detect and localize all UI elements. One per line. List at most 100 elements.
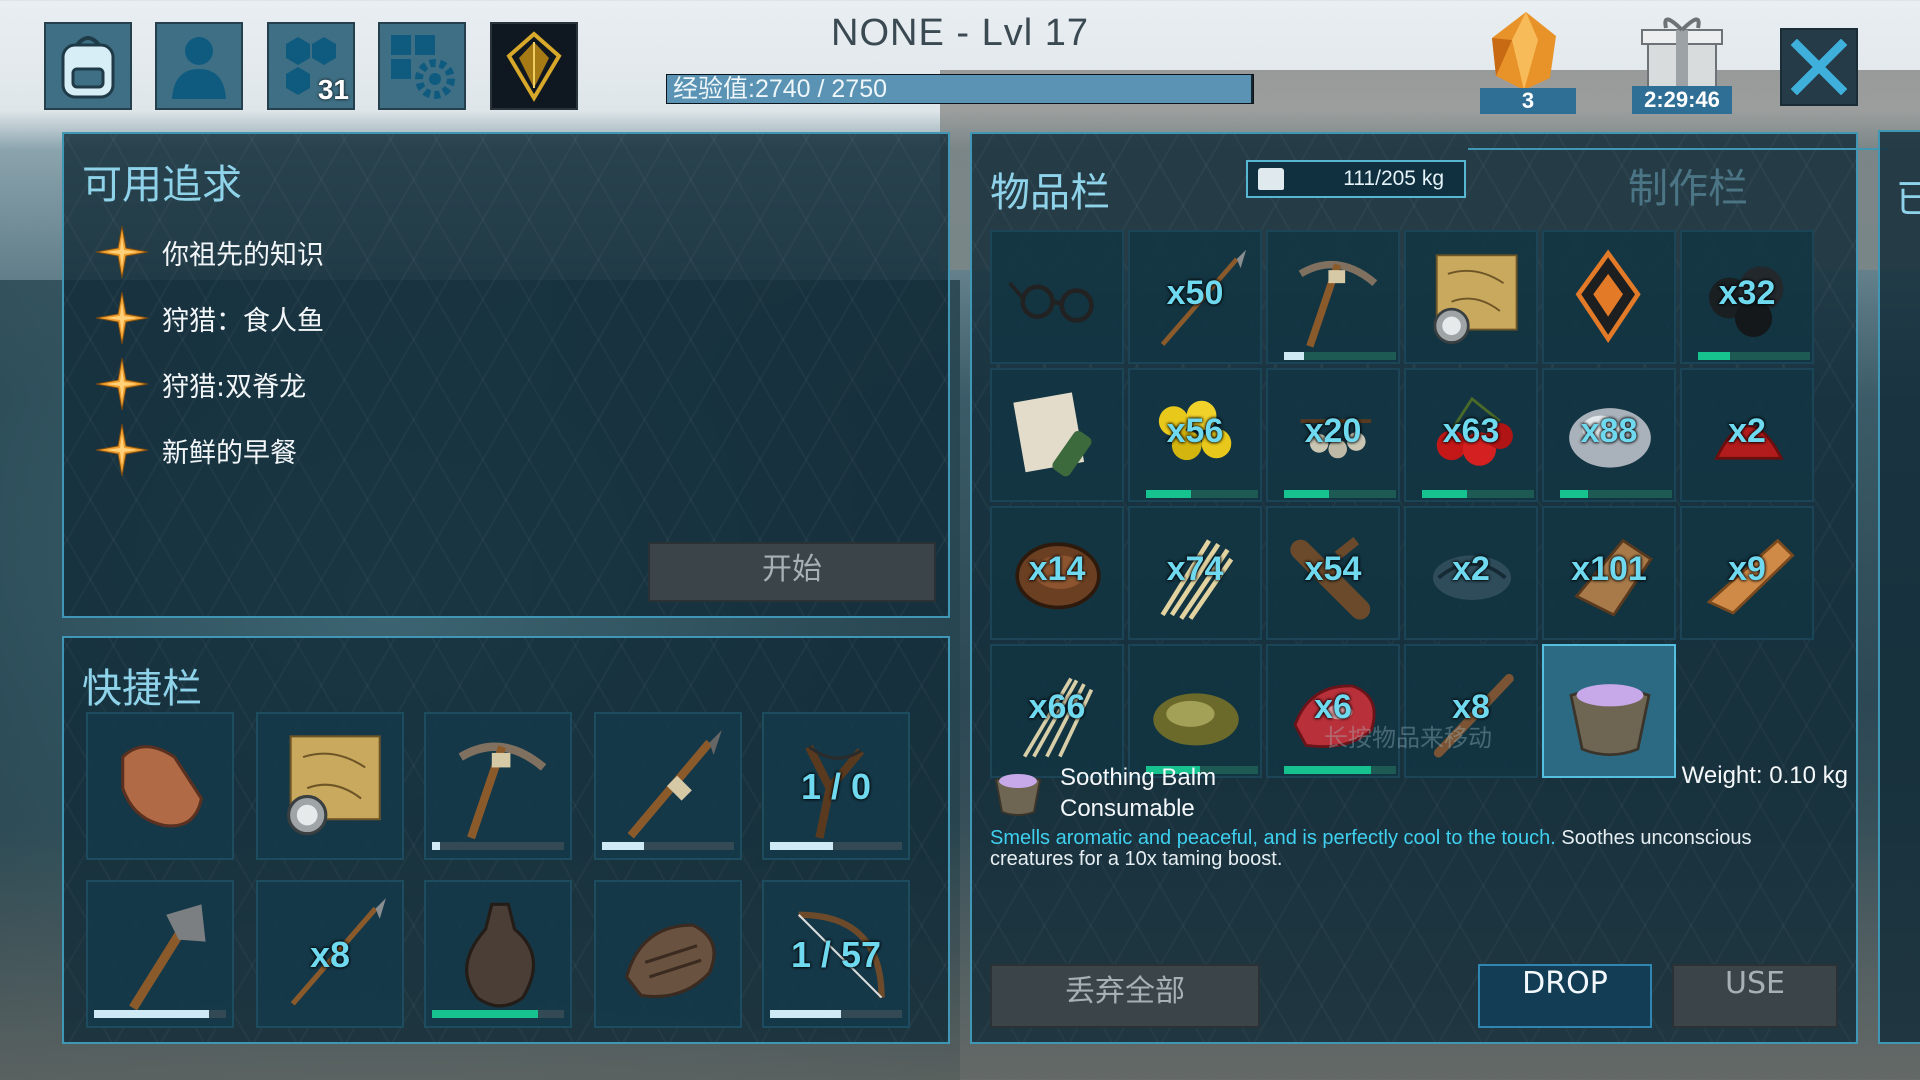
inventory-slot[interactable]: x9 [1680,506,1814,640]
inventory-slot-selected[interactable] [1542,644,1676,778]
durability-bar [432,842,564,850]
implant-icon [1575,249,1641,344]
next-panel-label: 已 [1896,177,1920,221]
inventory-title: 物品栏 [990,170,1110,216]
durability-fill [1146,490,1191,498]
element-count: 3 [1480,88,1576,114]
durability-bar [1284,352,1396,360]
pursuit-item[interactable]: 新鲜的早餐 [96,424,297,476]
person-icon [172,37,226,99]
pursuit-label: 新鲜的早餐 [162,437,297,469]
slot-quantity: x32 [1718,274,1776,312]
inventory-slot[interactable]: x6 [1266,644,1400,778]
durability-bar [432,1010,564,1018]
cooked-meat-icon [624,923,716,999]
slot-quantity: x66 [1028,688,1086,726]
drop-button[interactable]: DROP [1478,964,1652,1028]
inventory-slot[interactable]: x20 [1266,368,1400,502]
durability-fill [1698,352,1731,360]
durability-fill [1422,490,1467,498]
pursuit-item[interactable]: 你祖先的知识 [96,226,324,278]
hotbar-slot[interactable] [86,712,234,860]
weight-indicator: 111/205 kg [1246,160,1466,198]
element-currency[interactable]: 3 [1478,10,1576,114]
pursuit-label: 狩猎：食人鱼 [162,305,324,337]
inventory-slot[interactable]: x88 [1542,368,1676,502]
inventory-slot[interactable]: x50 [1128,230,1262,364]
pursuit-item[interactable]: 狩猎：食人鱼 [96,292,324,344]
pickaxe-icon [1298,260,1378,348]
note-bottle-icon [1013,392,1092,477]
inventory-slot[interactable]: x14 [990,506,1124,640]
durability-bar [770,1010,902,1018]
durability-bar [1146,490,1258,498]
durability-bar [1560,490,1672,498]
hotbar-slot[interactable] [424,712,572,860]
inventory-slot[interactable] [1266,230,1400,364]
drop-all-button[interactable]: 丢弃全部 [990,964,1260,1028]
item-type: Consumable [1060,795,1195,822]
crystal-icon [506,31,562,102]
durability-bar [94,1010,226,1018]
soothing-balm-icon [1569,684,1651,757]
slot-quantity: x14 [1028,550,1086,588]
hotbar-slot[interactable]: 1 / 0 [762,712,910,860]
inventory-slot[interactable]: x63 [1404,368,1538,502]
close-button[interactable] [1780,28,1858,106]
inventory-slot[interactable]: x32 [1680,230,1814,364]
tribe-tab-button[interactable] [378,22,466,110]
implant-tab-button[interactable] [490,22,578,110]
hotbar-slot[interactable] [86,880,234,1028]
durability-fill [94,1010,209,1018]
next-panel-edge[interactable]: 已 [1878,130,1920,1044]
inventory-slot[interactable] [1404,230,1538,364]
hotbar-slot[interactable] [424,880,572,1028]
durability-fill [1284,490,1329,498]
inventory-slot[interactable] [990,230,1124,364]
gift-icon [1641,17,1723,89]
crafting-tab[interactable]: 制作栏 [1468,148,1888,212]
use-button[interactable]: USE [1672,964,1838,1028]
crafting-tab-label: 制作栏 [1628,166,1748,212]
inventory-slot[interactable]: x74 [1128,506,1262,640]
gift-box[interactable]: 2:29:46 [1632,10,1732,114]
durability-bar [770,842,902,850]
durability-bar [1422,490,1534,498]
inventory-slot[interactable]: x56 [1128,368,1262,502]
hotbar-slot[interactable] [594,712,742,860]
waterskin-icon [465,902,536,1008]
inventory-slot[interactable]: x2 [1680,368,1814,502]
hotbar-slot[interactable]: x8 [256,880,404,1028]
pursuit-item[interactable]: 狩猎:双脊龙 [96,358,306,410]
spear-icon [627,730,722,839]
hotbar-slot[interactable] [594,880,742,1028]
hotbar-slot[interactable] [256,712,404,860]
inventory-slot[interactable]: x66 [990,644,1124,778]
experience-text: 经验值:2740 / 2750 [673,75,888,103]
start-pursuit-button[interactable]: 开始 [648,542,936,602]
inventory-slot[interactable]: x8 [1404,644,1538,778]
inventory-slot[interactable]: x54 [1266,506,1400,640]
inventory-slot[interactable] [1128,644,1262,778]
inventory-slot[interactable] [990,368,1124,502]
hotbar-slot[interactable]: 1 / 57 [762,880,910,1028]
slot-quantity: x63 [1442,412,1500,450]
character-tab-button[interactable] [155,22,243,110]
slot-quantity: x9 [1728,550,1766,588]
durability-fill [770,842,834,850]
inventory-slot[interactable]: x101 [1542,506,1676,640]
slot-quantity: x50 [1166,274,1224,312]
inventory-slot[interactable]: x2 [1404,506,1538,640]
slot-quantity: x101 [1571,550,1647,588]
slot-quantity: x54 [1304,550,1362,588]
engrams-tab-button[interactable]: 31 [267,22,355,110]
slot-quantity: x56 [1166,412,1224,450]
slot-quantity: x2 [1728,412,1766,450]
slot-quantity: 1 / 0 [800,766,872,807]
durability-fill [1284,352,1305,360]
slot-quantity: x20 [1304,412,1362,450]
slot-quantity: 1 / 57 [790,934,882,975]
inventory-slot[interactable] [1542,230,1676,364]
inventory-tab-button[interactable] [44,22,132,110]
experience-bar: 经验值:2740 / 2750 [666,74,1254,104]
